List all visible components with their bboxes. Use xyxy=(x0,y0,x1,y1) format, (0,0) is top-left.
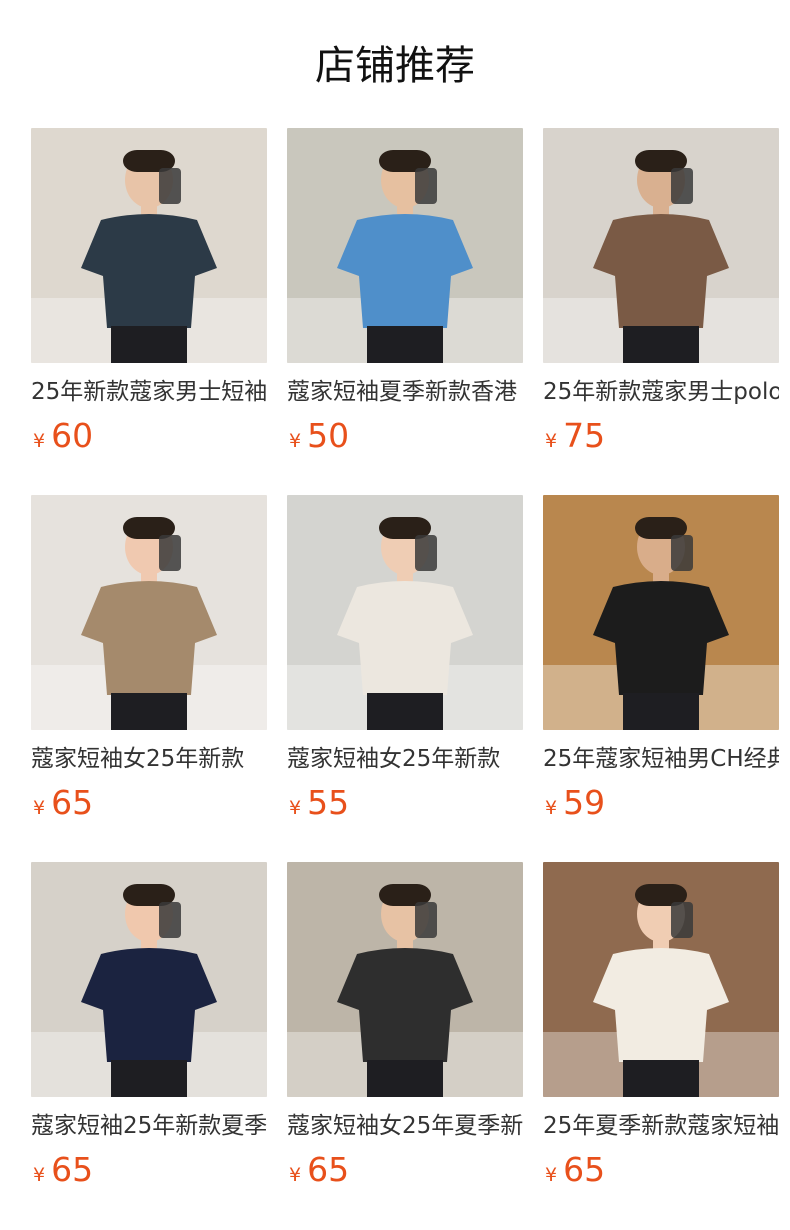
price-row: ¥60 xyxy=(33,416,93,456)
product-image[interactable] xyxy=(31,862,267,1097)
product-photo-illustration xyxy=(31,128,267,363)
product-image[interactable] xyxy=(543,495,779,730)
product-name[interactable]: 25年新款蔻家男士短袖 xyxy=(31,376,267,408)
product-card[interactable]: 蔻家短袖女25年新款 ¥55 xyxy=(287,495,523,862)
product-card[interactable]: 25年蔻家短袖男CH经典 ¥59 xyxy=(543,495,779,862)
currency-symbol: ¥ xyxy=(33,430,46,452)
currency-symbol: ¥ xyxy=(545,1164,558,1186)
price-row: ¥75 xyxy=(545,416,605,456)
product-image[interactable] xyxy=(287,862,523,1097)
product-image[interactable] xyxy=(287,128,523,363)
product-photo-illustration xyxy=(31,495,267,730)
product-name[interactable]: 蔻家短袖25年新款夏季 xyxy=(31,1110,267,1142)
product-card[interactable]: 蔻家短袖25年新款夏季 ¥65 xyxy=(31,862,267,1229)
price-row: ¥50 xyxy=(289,416,349,456)
price-row: ¥65 xyxy=(33,1150,93,1190)
product-name[interactable]: 蔻家短袖夏季新款香港 xyxy=(287,376,523,408)
product-photo-illustration xyxy=(287,862,523,1097)
product-image[interactable] xyxy=(31,128,267,363)
product-card[interactable]: 25年新款蔻家男士短袖 ¥60 xyxy=(31,128,267,495)
product-price: 65 xyxy=(563,1150,606,1189)
price-row: ¥65 xyxy=(33,783,93,823)
product-image[interactable] xyxy=(31,495,267,730)
price-row: ¥55 xyxy=(289,783,349,823)
section-title: 店铺推荐 xyxy=(315,43,475,89)
currency-symbol: ¥ xyxy=(289,430,302,452)
product-photo-illustration xyxy=(31,862,267,1097)
product-price: 59 xyxy=(563,783,606,822)
product-name[interactable]: 25年新款蔻家男士polo xyxy=(543,376,779,408)
product-photo-illustration xyxy=(543,862,779,1097)
product-grid: 25年新款蔻家男士短袖 ¥60 蔻家短袖夏季新款香港 ¥50 25年新款蔻家男士… xyxy=(31,128,779,1229)
currency-symbol: ¥ xyxy=(545,797,558,819)
currency-symbol: ¥ xyxy=(289,1164,302,1186)
currency-symbol: ¥ xyxy=(545,430,558,452)
product-price: 60 xyxy=(51,416,94,455)
product-card[interactable]: 25年新款蔻家男士polo ¥75 xyxy=(543,128,779,495)
product-photo-illustration xyxy=(543,495,779,730)
product-photo-illustration xyxy=(287,128,523,363)
product-name[interactable]: 蔻家短袖女25年新款 xyxy=(31,743,267,775)
product-card[interactable]: 蔻家短袖女25年新款 ¥65 xyxy=(31,495,267,862)
product-name[interactable]: 蔻家短袖女25年新款 xyxy=(287,743,523,775)
price-row: ¥65 xyxy=(545,1150,605,1190)
price-row: ¥59 xyxy=(545,783,605,823)
product-price: 65 xyxy=(51,1150,94,1189)
product-price: 55 xyxy=(307,783,350,822)
currency-symbol: ¥ xyxy=(289,797,302,819)
product-image[interactable] xyxy=(287,495,523,730)
product-name[interactable]: 25年夏季新款蔻家短袖 xyxy=(543,1110,779,1142)
product-card[interactable]: 蔻家短袖女25年夏季新 ¥65 xyxy=(287,862,523,1229)
product-card[interactable]: 蔻家短袖夏季新款香港 ¥50 xyxy=(287,128,523,495)
product-photo-illustration xyxy=(543,128,779,363)
currency-symbol: ¥ xyxy=(33,797,46,819)
product-price: 75 xyxy=(563,416,606,455)
currency-symbol: ¥ xyxy=(33,1164,46,1186)
product-image[interactable] xyxy=(543,862,779,1097)
product-card[interactable]: 25年夏季新款蔻家短袖 ¥65 xyxy=(543,862,779,1229)
product-price: 50 xyxy=(307,416,350,455)
product-image[interactable] xyxy=(543,128,779,363)
price-row: ¥65 xyxy=(289,1150,349,1190)
product-name[interactable]: 25年蔻家短袖男CH经典 xyxy=(543,743,779,775)
product-price: 65 xyxy=(307,1150,350,1189)
product-name[interactable]: 蔻家短袖女25年夏季新 xyxy=(287,1110,523,1142)
product-photo-illustration xyxy=(287,495,523,730)
product-price: 65 xyxy=(51,783,94,822)
